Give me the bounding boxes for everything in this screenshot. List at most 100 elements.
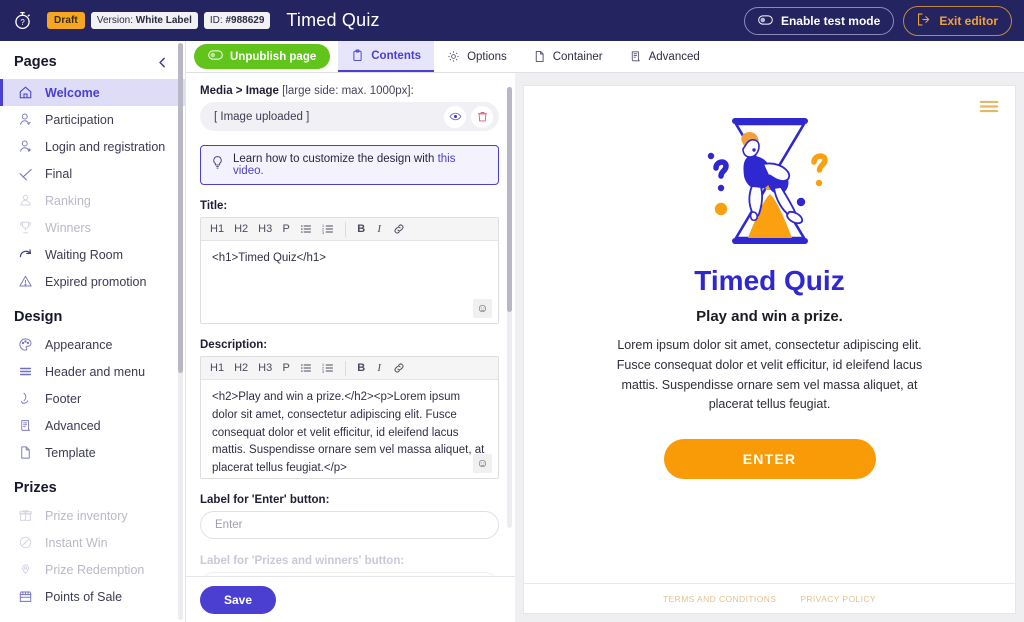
numbered-list-icon[interactable]: 123 xyxy=(318,361,338,375)
preview-heading: Timed Quiz xyxy=(694,265,845,296)
gift-icon xyxy=(17,507,34,524)
editor-scrollbar-thumb[interactable] xyxy=(507,87,512,312)
tip-text-lead: Learn how to customize the design with xyxy=(233,153,438,165)
page-title: Timed Quiz xyxy=(286,10,380,30)
tab-advanced[interactable]: Advanced xyxy=(616,41,713,72)
rte-p-button[interactable]: P xyxy=(278,222,294,236)
unpublish-page-button[interactable]: Unpublish page xyxy=(194,44,331,69)
sidebar-item-instant-win[interactable]: Instant Win xyxy=(0,529,185,556)
exit-editor-label: Exit editor xyxy=(939,13,998,28)
sidebar-item-label: Ranking xyxy=(45,193,91,208)
sidebar-item-prize-redemption[interactable]: Prize Redemption xyxy=(0,556,185,583)
svg-text:3: 3 xyxy=(322,370,324,374)
clock-slash-icon xyxy=(17,534,34,551)
exit-editor-button[interactable]: Exit editor xyxy=(903,5,1012,36)
prizes-button-input[interactable] xyxy=(200,572,499,576)
description-editor-content[interactable]: <h2>Play and win a prize.</h2><p>Lorem i… xyxy=(201,380,498,478)
tab-options[interactable]: Options xyxy=(434,41,520,72)
save-button[interactable]: Save xyxy=(200,585,277,614)
media-image-label-rest: [large side: max. 1000px]: xyxy=(282,85,414,97)
privacy-policy-link[interactable]: PRIVACY POLICY xyxy=(800,594,876,604)
app-logo-button[interactable]: ? xyxy=(9,7,36,34)
emoji-icon[interactable]: ☺ xyxy=(473,299,492,318)
warning-triangle-icon xyxy=(17,273,34,290)
sidebar-scrollbar[interactable] xyxy=(178,43,183,620)
enter-button-input[interactable] xyxy=(200,511,499,539)
rte-h3-button[interactable]: H3 xyxy=(254,222,276,236)
id-prefix: ID: xyxy=(209,15,223,26)
sidebar-title: Pages xyxy=(14,54,57,70)
page-preview: Timed Quiz Play and win a prize. Lorem i… xyxy=(523,85,1016,614)
sidebar-item-points-of-sale[interactable]: Points of Sale xyxy=(0,583,185,610)
version-value: White Label xyxy=(135,15,192,26)
description-editor-value: <h2>Play and win a prize.</h2><p>Lorem i… xyxy=(212,391,485,475)
tab-contents[interactable]: Contents xyxy=(338,41,435,72)
image-upload-row[interactable]: [ Image uploaded ] xyxy=(200,102,499,131)
hamburger-menu-icon[interactable] xyxy=(979,99,999,119)
sidebar-item-appearance[interactable]: Appearance xyxy=(0,331,185,358)
rte-h3-button[interactable]: H3 xyxy=(254,361,276,375)
sidebar-item-footer[interactable]: Footer xyxy=(0,385,185,412)
sidebar-scrollbar-thumb[interactable] xyxy=(178,43,183,373)
editor-scrollbar[interactable] xyxy=(507,87,512,528)
link-icon[interactable] xyxy=(389,222,409,236)
sidebar-item-header-and-menu[interactable]: Header and menu xyxy=(0,358,185,385)
sidebar-item-label: Prize inventory xyxy=(45,508,128,523)
eye-icon[interactable] xyxy=(444,105,466,128)
check-badge-icon xyxy=(17,165,34,182)
title-editor-content[interactable]: <h1>Timed Quiz</h1> ☺ xyxy=(201,241,498,323)
sidebar-item-label: Expired promotion xyxy=(45,274,147,289)
id-chip: ID: #988629 xyxy=(203,12,271,29)
sidebar-item-label: Login and registration xyxy=(45,139,166,154)
chevron-left-icon[interactable] xyxy=(156,56,169,69)
tab-label: Container xyxy=(552,50,603,63)
terms-and-conditions-link[interactable]: TERMS AND CONDITIONS xyxy=(663,594,776,604)
gear-icon xyxy=(447,50,460,63)
rte-h1-button[interactable]: H1 xyxy=(206,361,228,375)
enable-test-mode-label: Enable test mode xyxy=(780,13,881,28)
trash-icon[interactable] xyxy=(471,105,493,128)
bulleted-list-icon[interactable] xyxy=(296,361,316,375)
sidebar-item-advanced[interactable]: Advanced xyxy=(0,412,185,439)
rte-h2-button[interactable]: H2 xyxy=(230,222,252,236)
numbered-list-icon[interactable]: 123 xyxy=(318,222,338,236)
sidebar-section-design: Design xyxy=(14,309,63,325)
sidebar-item-waiting-room[interactable]: Waiting Room xyxy=(0,241,185,268)
tab-container[interactable]: Container xyxy=(520,41,616,72)
status-badge: Draft xyxy=(47,12,85,29)
preview-footer: TERMS AND CONDITIONS PRIVACY POLICY xyxy=(524,583,1015,613)
sidebar-item-winners[interactable]: Winners xyxy=(0,214,185,241)
id-value: #988629 xyxy=(225,15,265,26)
rte-bold-button[interactable]: B xyxy=(353,222,369,236)
rte-h1-button[interactable]: H1 xyxy=(206,222,228,236)
sidebar-item-login-and-registration[interactable]: Login and registration xyxy=(0,133,185,160)
main-body: Pages Welcome Participation Login and re… xyxy=(0,41,1024,622)
exit-icon xyxy=(917,13,931,29)
sidebar-item-prize-inventory[interactable]: Prize inventory xyxy=(0,502,185,529)
rte-p-button[interactable]: P xyxy=(278,361,294,375)
title-rte-toolbar: H1 H2 H3 P 123 B I xyxy=(201,218,498,241)
preview-content: Timed Quiz Play and win a prize. Lorem i… xyxy=(524,86,1015,583)
title-editor-value: <h1>Timed Quiz</h1> xyxy=(212,252,327,264)
rte-italic-button[interactable]: I xyxy=(371,222,387,236)
description-label: Description: xyxy=(200,339,268,351)
sidebar-item-expired-promotion[interactable]: Expired promotion xyxy=(0,268,185,295)
sidebar-item-ranking[interactable]: Ranking xyxy=(0,187,185,214)
bulleted-list-icon[interactable] xyxy=(296,222,316,236)
preview-enter-button[interactable]: ENTER xyxy=(663,439,876,479)
sidebar-item-participation[interactable]: Participation xyxy=(0,106,185,133)
rte-italic-button[interactable]: I xyxy=(371,361,387,375)
sidebar-item-welcome[interactable]: Welcome xyxy=(0,79,185,106)
sidebar-item-final[interactable]: Final xyxy=(0,160,185,187)
emoji-icon[interactable]: ☺ xyxy=(473,454,492,473)
menu-lines-icon xyxy=(17,363,34,380)
rte-bold-button[interactable]: B xyxy=(353,361,369,375)
rte-separator xyxy=(345,221,347,237)
footer-icon xyxy=(17,390,34,407)
editor-panel: Unpublish page Contents Options Containe… xyxy=(186,41,1024,622)
enable-test-mode-button[interactable]: Enable test mode xyxy=(743,6,895,35)
sidebar-item-template[interactable]: Template xyxy=(0,439,185,466)
rte-h2-button[interactable]: H2 xyxy=(230,361,252,375)
link-icon[interactable] xyxy=(389,361,409,375)
version-chip: Version: White Label xyxy=(90,12,198,29)
